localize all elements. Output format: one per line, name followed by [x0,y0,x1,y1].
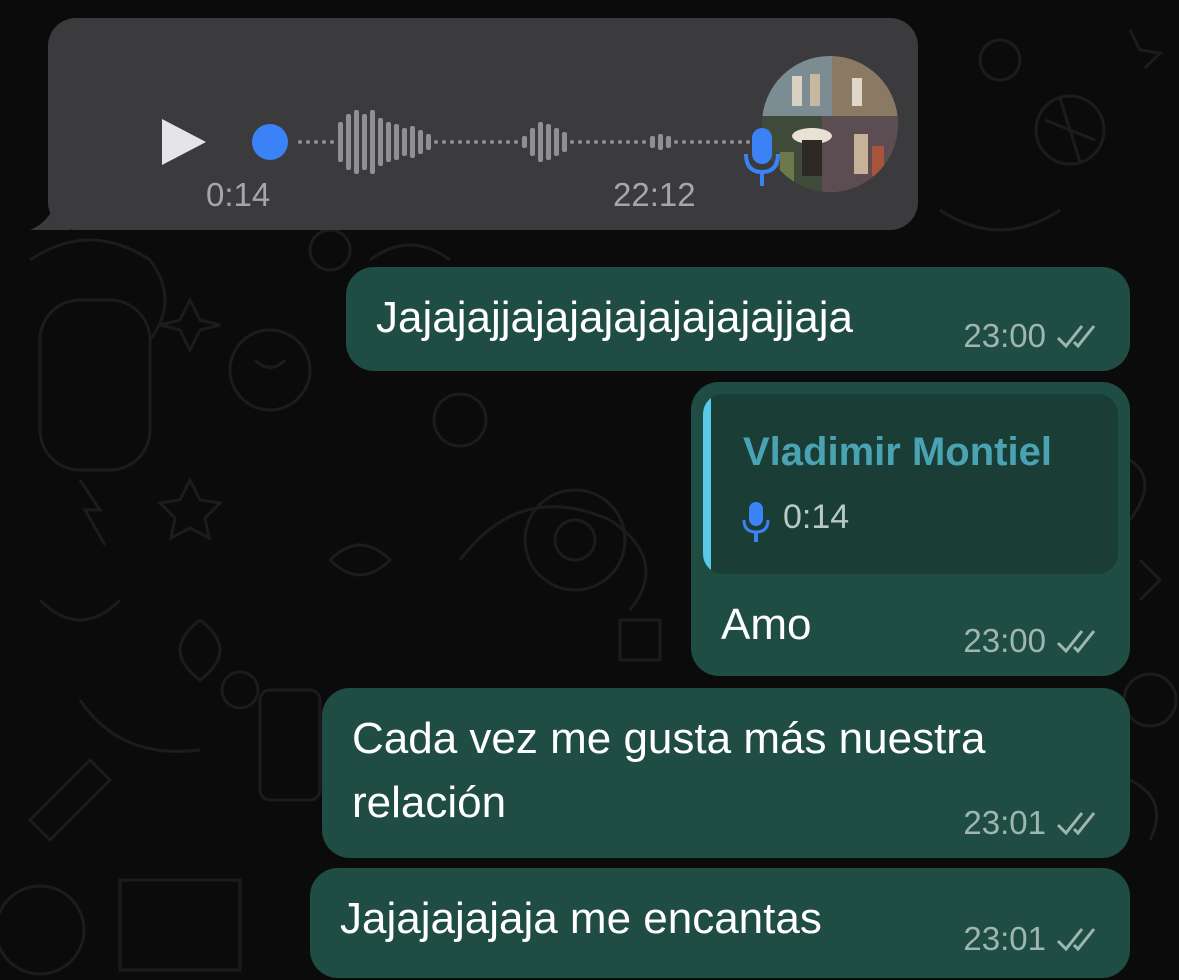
waveform-bar [554,128,559,156]
waveform-bar [562,132,567,152]
waveform-bar [698,140,702,144]
message-bubble[interactable]: Jajajajjajajajajajajajajjaja 23:00 [346,267,1130,371]
read-receipt-icon [1056,630,1096,654]
waveform-bar [666,136,671,148]
waveform-bar [714,140,718,144]
message-time: 23:01 [963,804,1046,841]
waveform-bar [410,126,415,158]
message-text: Jajajajjajajajajajajajajjaja [376,293,853,342]
mic-icon [744,128,780,186]
waveform-bar [546,124,551,160]
waveform-bar [362,114,367,170]
waveform-bar [378,118,383,166]
quote-accent-bar [703,394,711,574]
waveform-bar [578,140,582,144]
waveform-bar [370,110,375,174]
waveform-bar [730,140,734,144]
waveform-bar [586,140,590,144]
waveform-bar [330,140,334,144]
message-text: Amo [721,600,812,649]
waveform-bar [722,140,726,144]
waveform-bar [402,128,407,156]
waveform-bar [450,140,454,144]
read-receipt-icon [1056,812,1096,836]
waveform-bar [482,140,486,144]
waveform-bar [394,124,399,160]
waveform-bar [338,122,343,162]
waveform-bar [706,140,710,144]
message-meta: 23:01 [963,920,1102,958]
voice-note-time: 22:12 [613,176,696,213]
waveform-bar [346,114,351,170]
waveform-bar [610,140,614,144]
waveform-bar [298,140,302,144]
waveform-bar [538,122,543,162]
play-icon[interactable] [158,116,208,168]
read-receipt-icon [1056,325,1096,349]
waveform-bar [682,140,686,144]
message-time: 23:00 [963,622,1046,659]
quoted-message[interactable]: Vladimir Montiel 0:14 [703,394,1118,574]
bubble-tail [30,200,70,230]
message-bubble[interactable]: Cada vez me gusta más nuestra relación 2… [322,688,1130,858]
voice-note-duration: 0:14 [206,176,271,213]
waveform-bar [602,140,606,144]
waveform-bar [570,140,574,144]
quoted-sender-name: Vladimir Montiel [743,430,1052,474]
waveform-bar [674,140,678,144]
waveform-bar [418,130,423,154]
quoted-duration: 0:14 [783,498,850,536]
mic-icon [742,502,770,542]
waveform-bar [434,140,438,144]
reply-message-bubble[interactable]: Vladimir Montiel 0:14 Amo 23:00 [691,382,1130,676]
waveform-bar [530,128,535,156]
read-receipt-icon [1056,928,1096,952]
message-text-line1: Cada vez me gusta más nuestra [352,714,986,763]
waveform-bar [466,140,470,144]
waveform-bar [306,140,310,144]
waveform-bar [618,140,622,144]
waveform-bar [490,140,494,144]
message-meta: 23:00 [963,317,1102,355]
waveform-bar [634,140,638,144]
waveform-bar [474,140,478,144]
message-meta: 23:00 [963,622,1102,660]
voice-note-bubble[interactable]: 0:14 22:12 [30,18,918,230]
waveform-bar [386,122,391,162]
waveform-bar [522,136,527,148]
waveform-bar [314,140,318,144]
waveform-bar [690,140,694,144]
waveform-bar [626,140,630,144]
waveform-bar [506,140,510,144]
waveform-bar [354,110,359,174]
waveform-bar [514,140,518,144]
waveform-bar [658,134,663,150]
message-meta: 23:01 [963,804,1102,842]
sender-avatar[interactable] [762,56,898,192]
waveform-bar [594,140,598,144]
message-bubble[interactable]: Jajajajajaja me encantas 23:01 [310,868,1130,978]
message-time: 23:00 [963,317,1046,354]
message-text-line2: relación [352,778,507,827]
waveform-bar [322,140,326,144]
message-time: 23:01 [963,920,1046,957]
waveform-bar [650,136,655,148]
waveform-bar [426,134,431,150]
waveform-bar [442,140,446,144]
waveform-bar [458,140,462,144]
waveform-bar [642,140,646,144]
message-text: Jajajajajaja me encantas [340,894,822,943]
waveform-bar [498,140,502,144]
playback-scrubber[interactable] [252,124,288,160]
audio-waveform[interactable] [246,104,766,180]
